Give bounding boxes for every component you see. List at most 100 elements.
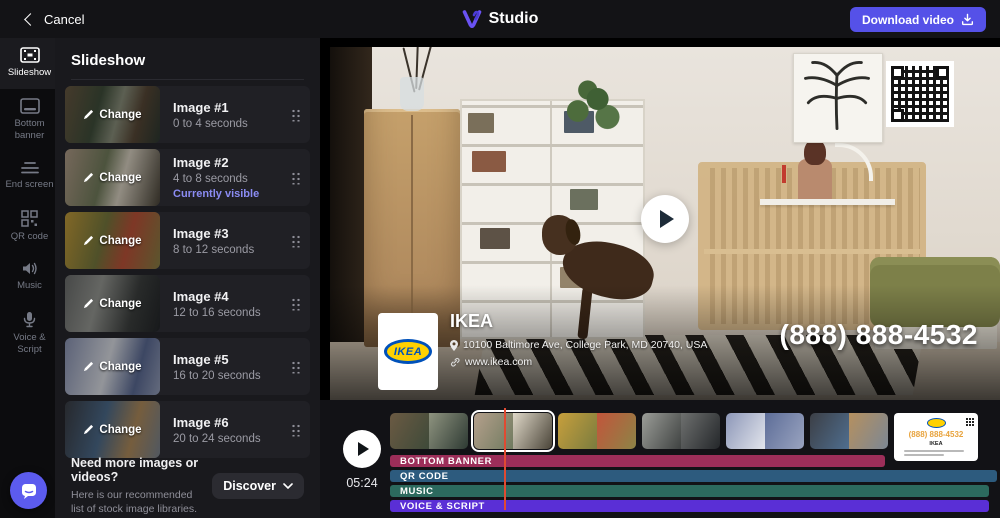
slide-time: 0 to 4 seconds — [173, 118, 248, 130]
change-button[interactable]: Change — [65, 275, 160, 332]
pencil-icon — [83, 172, 94, 183]
vase — [400, 77, 424, 111]
drag-handle[interactable] — [291, 171, 300, 184]
change-button[interactable]: Change — [65, 401, 160, 458]
chat-fab-button[interactable] — [10, 472, 47, 509]
ikea-logo: IKEA — [384, 339, 432, 364]
list-item-image-2[interactable]: Change Image #2 4 to 8 seconds Currently… — [65, 149, 310, 206]
playhead[interactable] — [504, 408, 506, 510]
cancel-label: Cancel — [44, 12, 84, 27]
change-button[interactable]: Change — [65, 149, 160, 206]
banner-website-line: www.ikea.com — [450, 356, 532, 368]
slide-thumbnail[interactable]: Change — [65, 86, 160, 143]
slide-time: 8 to 12 seconds — [173, 244, 254, 256]
slide-thumbnail[interactable]: Change — [65, 149, 160, 206]
slide-title: Image #1 — [173, 100, 248, 115]
list-item-image-1[interactable]: Change Image #1 0 to 4 seconds — [65, 86, 310, 143]
list-item-image-4[interactable]: Change Image #4 12 to 16 seconds — [65, 275, 310, 332]
chat-icon — [20, 482, 38, 500]
track-label: BOTTOM BANNER — [400, 456, 492, 467]
sidebar-item-voice-script[interactable]: Voice & Script — [0, 302, 59, 366]
list-item-image-5[interactable]: Change Image #5 16 to 20 seconds — [65, 338, 310, 395]
studio-logo-icon — [462, 10, 482, 28]
slide-thumbnail[interactable]: Change — [65, 275, 160, 332]
slide-time: 20 to 24 seconds — [173, 433, 261, 445]
pencil-icon — [83, 361, 94, 372]
drag-handle[interactable] — [291, 234, 300, 247]
discover-button[interactable]: Discover — [212, 473, 304, 499]
play-icon — [358, 442, 369, 456]
track-music[interactable]: MUSIC — [390, 485, 989, 497]
speaker-icon — [21, 261, 39, 276]
timeline-segment-6[interactable] — [810, 413, 888, 449]
play-button[interactable] — [641, 195, 689, 243]
drag-handle[interactable] — [291, 360, 300, 373]
timeline-segment-3[interactable] — [558, 413, 636, 449]
sidebar-item-slideshow[interactable]: Slideshow — [0, 38, 59, 89]
timeline-timestamp: 05:24 — [334, 476, 390, 490]
pencil-icon — [83, 109, 94, 120]
timeline-thumbnail-strip: (888) 888-4532 IKEA — [390, 413, 978, 461]
slide-title: Image #4 — [173, 289, 261, 304]
track-bottom-banner[interactable]: BOTTOM BANNER — [390, 455, 885, 467]
palm-leaf-icon — [794, 54, 880, 140]
person — [798, 159, 832, 199]
drag-handle[interactable] — [291, 297, 300, 310]
list-item-image-6[interactable]: Change Image #6 20 to 24 seconds — [65, 401, 310, 458]
cancel-button[interactable]: Cancel — [26, 0, 84, 38]
timeline-end-screen-card[interactable]: (888) 888-4532 IKEA — [894, 413, 978, 461]
change-button[interactable]: Change — [65, 338, 160, 395]
track-qr-code[interactable]: QR CODE — [390, 470, 997, 482]
timeline-segment-2-selected[interactable] — [474, 413, 552, 449]
brand-logo-card: IKEA — [378, 313, 438, 390]
sidebar-label: Slideshow — [8, 67, 51, 79]
sidebar-item-bottom-banner[interactable]: Bottom banner — [0, 89, 59, 152]
preview-video[interactable]: IKEA IKEA 10100 Baltimore Ave, College P… — [330, 47, 1000, 400]
banner-icon — [20, 98, 40, 114]
slide-list: Change Image #1 0 to 4 seconds Change — [65, 86, 310, 464]
left-icon-sidebar: Slideshow Bottom banner End screen QR — [0, 38, 55, 518]
timeline-segment-1[interactable] — [390, 413, 468, 449]
top-bar: Cancel Studio Download video — [0, 0, 1000, 39]
sidebar-item-qr-code[interactable]: QR code — [0, 201, 59, 253]
download-video-button[interactable]: Download video — [850, 7, 986, 32]
track-label: VOICE & SCRIPT — [400, 501, 485, 512]
footer-subtext: Here is our recommended list of stock im… — [71, 488, 204, 516]
timeline-play-button[interactable] — [343, 430, 381, 468]
palm-art-frame — [793, 53, 883, 143]
timeline-segment-4[interactable] — [642, 413, 720, 449]
sidebar-label: End screen — [5, 179, 53, 191]
sidebar-label: QR code — [11, 231, 49, 243]
pencil-icon — [83, 424, 94, 435]
drag-handle[interactable] — [291, 108, 300, 121]
timeline-segment-5[interactable] — [726, 413, 804, 449]
pin-icon — [450, 340, 458, 351]
drag-handle[interactable] — [291, 423, 300, 436]
slide-title: Image #5 — [173, 352, 261, 367]
change-button[interactable]: Change — [65, 86, 160, 143]
film-icon — [20, 47, 40, 63]
list-item-image-3[interactable]: Change Image #3 8 to 12 seconds — [65, 212, 310, 269]
desk-lamp — [835, 143, 873, 181]
change-button[interactable]: Change — [65, 212, 160, 269]
track-voice-script[interactable]: VOICE & SCRIPT — [390, 500, 989, 512]
sidebar-label: Bottom banner — [2, 118, 57, 142]
preview-stage: IKEA IKEA 10100 Baltimore Ave, College P… — [320, 38, 1000, 400]
app-name: Studio — [489, 10, 539, 28]
slide-time: 12 to 16 seconds — [173, 307, 261, 319]
panel-footer: Need more images or videos? Here is our … — [71, 456, 304, 516]
panel-title: Slideshow — [71, 52, 320, 69]
slide-thumbnail[interactable]: Change — [65, 212, 160, 269]
play-icon — [660, 210, 674, 228]
sidebar-item-music[interactable]: Music — [0, 252, 59, 302]
sidebar-item-end-screen[interactable]: End screen — [0, 152, 59, 201]
sidebar-label: Voice & Script — [2, 332, 57, 356]
slide-thumbnail[interactable]: Change — [65, 338, 160, 395]
track-label: MUSIC — [400, 486, 434, 497]
slide-thumbnail[interactable]: Change — [65, 401, 160, 458]
end-screen-icon — [20, 161, 40, 175]
banner-address-line: 10100 Baltimore Ave, College Park, MD 20… — [450, 339, 707, 351]
ikea-logo-mini — [927, 418, 946, 428]
download-video-label: Download video — [862, 13, 954, 27]
banner-phone-number: (888) 888-4532 — [780, 319, 978, 351]
